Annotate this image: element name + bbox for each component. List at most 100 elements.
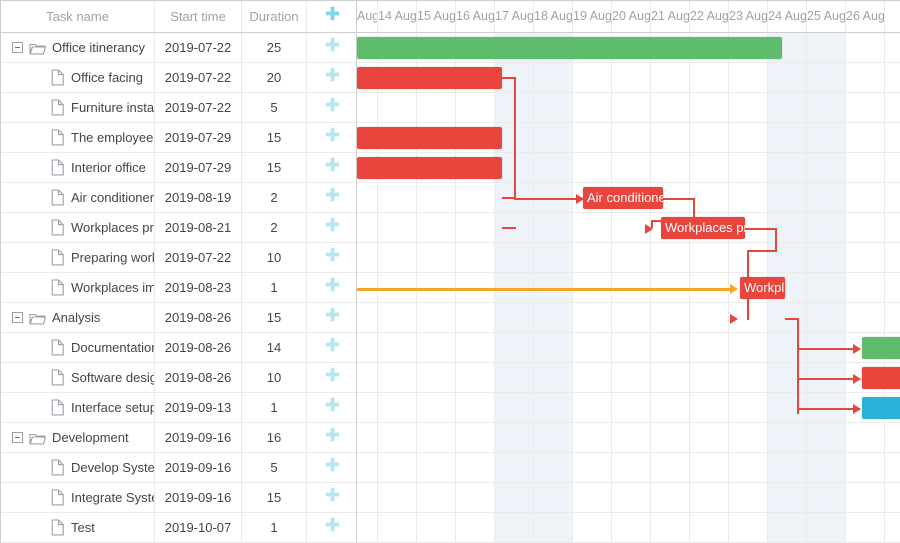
timeline-date-header[interactable]: 14 Aug bbox=[378, 1, 417, 32]
cell-task-name[interactable]: Analysis bbox=[1, 303, 155, 332]
table-row[interactable]: Interface setup 2019-09-13 1 bbox=[1, 393, 356, 423]
task-bar[interactable]: Air conditioners bbox=[583, 187, 663, 209]
cell-start-time[interactable]: 2019-07-22 bbox=[155, 63, 242, 92]
task-bar[interactable] bbox=[357, 157, 502, 179]
cell-task-name[interactable]: Interior office bbox=[1, 153, 155, 182]
table-row[interactable]: Air conditioners 2019-08-19 2 bbox=[1, 183, 356, 213]
cell-start-time[interactable]: 2019-07-22 bbox=[155, 243, 242, 272]
timeline-date-header[interactable]: 25 Aug bbox=[807, 1, 846, 32]
cell-start-time[interactable]: 2019-09-16 bbox=[155, 423, 242, 452]
add-task-button[interactable] bbox=[307, 363, 356, 392]
timeline-date-header[interactable]: Aug bbox=[357, 1, 378, 32]
tree-collapse-icon[interactable] bbox=[12, 42, 23, 53]
cell-start-time[interactable]: 2019-08-26 bbox=[155, 303, 242, 332]
cell-duration[interactable]: 15 bbox=[242, 303, 307, 332]
cell-start-time[interactable]: 2019-07-29 bbox=[155, 123, 242, 152]
table-row[interactable]: Integrate System2019-09-1615 bbox=[1, 483, 356, 513]
cell-duration[interactable]: 2 bbox=[242, 183, 307, 212]
cell-task-name[interactable]: Air conditioners bbox=[1, 183, 155, 212]
cell-duration[interactable]: 15 bbox=[242, 123, 307, 152]
column-header-add[interactable] bbox=[307, 1, 356, 32]
add-task-button[interactable] bbox=[307, 63, 356, 92]
cell-task-name[interactable]: Office itinerancy bbox=[1, 33, 155, 62]
cell-task-name[interactable]: Software design bbox=[1, 363, 155, 392]
add-task-button[interactable] bbox=[307, 183, 356, 212]
timeline-date-header[interactable]: 23 Aug bbox=[729, 1, 768, 32]
add-task-button[interactable] bbox=[307, 453, 356, 482]
cell-duration[interactable]: 16 bbox=[242, 423, 307, 452]
cell-task-name[interactable]: Test bbox=[1, 513, 155, 542]
timeline-date-header[interactable]: 24 Aug bbox=[768, 1, 807, 32]
add-task-button[interactable] bbox=[307, 33, 356, 62]
add-task-button[interactable] bbox=[307, 303, 356, 332]
table-row[interactable]: Documentation 2019-08-26 14 bbox=[1, 333, 356, 363]
table-row[interactable]: Workplaces imp2019-08-231 bbox=[1, 273, 356, 303]
cell-duration[interactable]: 2 bbox=[242, 213, 307, 242]
task-bar[interactable] bbox=[357, 127, 502, 149]
table-row[interactable]: Office facing 2019-07-22 20 bbox=[1, 63, 356, 93]
cell-duration[interactable]: 14 bbox=[242, 333, 307, 362]
add-task-button[interactable] bbox=[307, 333, 356, 362]
cell-duration[interactable]: 5 bbox=[242, 453, 307, 482]
task-bar[interactable]: Workpl bbox=[740, 277, 785, 299]
table-row[interactable]: Develop System2019-09-165 bbox=[1, 453, 356, 483]
cell-task-name[interactable]: Development bbox=[1, 423, 155, 452]
cell-duration[interactable]: 20 bbox=[242, 63, 307, 92]
timeline-date-header[interactable]: 15 Aug bbox=[417, 1, 456, 32]
task-bar[interactable] bbox=[862, 337, 900, 359]
add-task-button[interactable] bbox=[307, 123, 356, 152]
table-row[interactable]: Test 2019-10-07 1 bbox=[1, 513, 356, 543]
cell-task-name[interactable]: Documentation bbox=[1, 333, 155, 362]
cell-start-time[interactable]: 2019-07-29 bbox=[155, 153, 242, 182]
cell-task-name[interactable]: Integrate System bbox=[1, 483, 155, 512]
cell-duration[interactable]: 10 bbox=[242, 243, 307, 272]
cell-task-name[interactable]: Workplaces pre bbox=[1, 213, 155, 242]
cell-task-name[interactable]: Interface setup bbox=[1, 393, 155, 422]
table-row[interactable]: Furniture install 2019-07-22 5 bbox=[1, 93, 356, 123]
task-bar[interactable] bbox=[862, 397, 900, 419]
cell-duration[interactable]: 1 bbox=[242, 513, 307, 542]
cell-task-name[interactable]: Office facing bbox=[1, 63, 155, 92]
table-row[interactable]: Development 2019-09-16 16 bbox=[1, 423, 356, 453]
cell-duration[interactable]: 1 bbox=[242, 393, 307, 422]
tree-collapse-icon[interactable] bbox=[12, 312, 23, 323]
table-row[interactable]: Preparing workp2019-07-2210 bbox=[1, 243, 356, 273]
cell-task-name[interactable]: Workplaces imp bbox=[1, 273, 155, 302]
timeline-date-header[interactable]: 22 Aug bbox=[690, 1, 729, 32]
cell-duration[interactable]: 10 bbox=[242, 363, 307, 392]
cell-start-time[interactable]: 2019-08-26 bbox=[155, 363, 242, 392]
add-task-button[interactable] bbox=[307, 153, 356, 182]
cell-start-time[interactable]: 2019-08-21 bbox=[155, 213, 242, 242]
table-row[interactable]: Office itinerancy 2019-07-22 25 bbox=[1, 33, 356, 63]
task-bar[interactable] bbox=[357, 37, 782, 59]
add-task-button[interactable] bbox=[307, 513, 356, 542]
cell-task-name[interactable]: The employee r bbox=[1, 123, 155, 152]
add-task-button[interactable] bbox=[307, 483, 356, 512]
cell-start-time[interactable]: 2019-07-22 bbox=[155, 93, 242, 122]
cell-start-time[interactable]: 2019-08-19 bbox=[155, 183, 242, 212]
column-header-duration[interactable]: Duration bbox=[242, 1, 307, 32]
cell-duration[interactable]: 25 bbox=[242, 33, 307, 62]
column-header-task-name[interactable]: Task name bbox=[1, 1, 155, 32]
cell-duration[interactable]: 1 bbox=[242, 273, 307, 302]
cell-start-time[interactable]: 2019-08-23 bbox=[155, 273, 242, 302]
cell-task-name[interactable]: Develop System bbox=[1, 453, 155, 482]
add-task-button[interactable] bbox=[307, 93, 356, 122]
tree-collapse-icon[interactable] bbox=[12, 432, 23, 443]
cell-duration[interactable]: 15 bbox=[242, 483, 307, 512]
cell-start-time[interactable]: 2019-07-22 bbox=[155, 33, 242, 62]
cell-duration[interactable]: 5 bbox=[242, 93, 307, 122]
cell-task-name[interactable]: Furniture install bbox=[1, 93, 155, 122]
add-task-button[interactable] bbox=[307, 273, 356, 302]
cell-start-time[interactable]: 2019-10-07 bbox=[155, 513, 242, 542]
column-header-start-time[interactable]: Start time bbox=[155, 1, 242, 32]
add-task-button[interactable] bbox=[307, 243, 356, 272]
cell-start-time[interactable]: 2019-09-13 bbox=[155, 393, 242, 422]
cell-start-time[interactable]: 2019-09-16 bbox=[155, 483, 242, 512]
timeline-date-header[interactable]: 20 Aug bbox=[612, 1, 651, 32]
timeline-date-header[interactable]: 18 Aug bbox=[534, 1, 573, 32]
add-task-button[interactable] bbox=[307, 393, 356, 422]
add-task-button[interactable] bbox=[307, 213, 356, 242]
timeline-date-header[interactable]: 21 Aug bbox=[651, 1, 690, 32]
cell-task-name[interactable]: Preparing workp bbox=[1, 243, 155, 272]
